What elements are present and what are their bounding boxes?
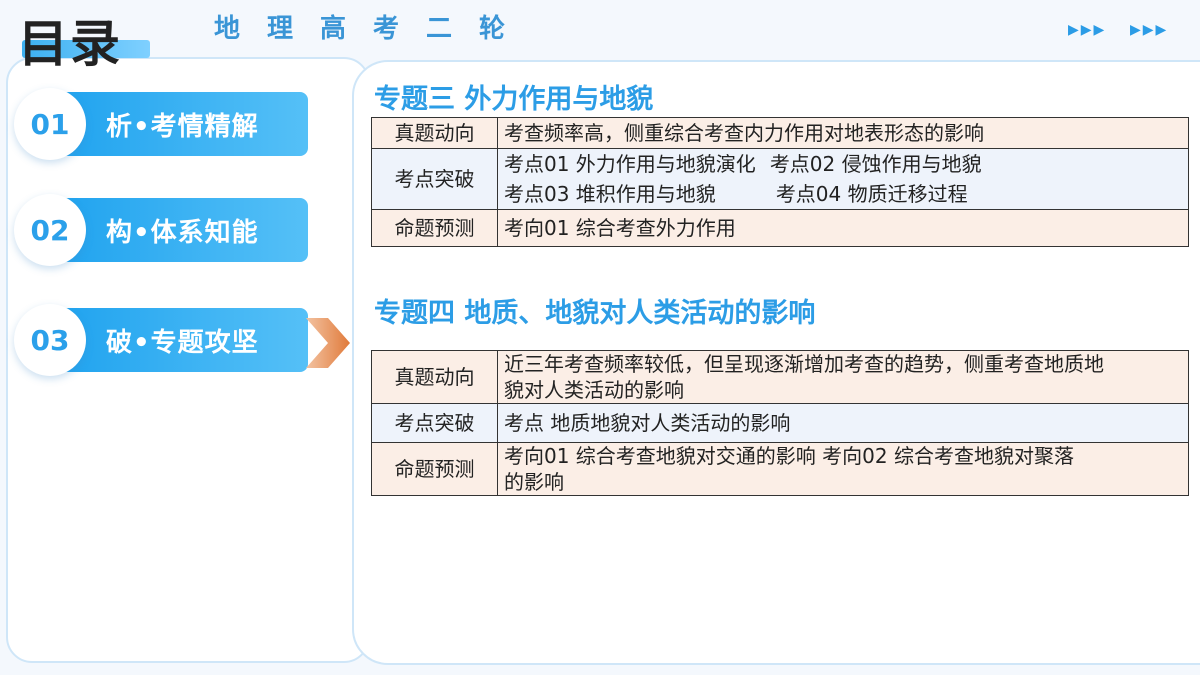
table-row: 考点突破 考点01 外力作用与地貌演化 考点02 侵蚀作用与地貌 考点03 堆积作…	[371, 148, 1189, 210]
topic-heading: 专题四 地质、地貌对人类活动的影响	[374, 298, 816, 329]
table-row: 真题动向 近三年考查频率较低，但呈现逐渐增加考查的趋势，侧重考查地质地 貌对人类…	[371, 350, 1189, 404]
row-label: 命题预测	[371, 442, 498, 496]
row-content: 考点 地质地貌对人类活动的影响	[497, 403, 1189, 443]
table-row: 考点突破 考点 地质地貌对人类活动的影响	[371, 403, 1189, 443]
row-text: 考向01 综合考查外力作用	[504, 216, 736, 240]
row-text: 考查频率高，侧重综合考查内力作用对地表形态的影响	[504, 121, 984, 145]
row-label: 真题动向	[371, 350, 498, 404]
row-label: 真题动向	[371, 117, 498, 149]
active-pointer-arrow-icon	[306, 318, 350, 368]
row-content: 近三年考查频率较低，但呈现逐渐增加考查的趋势，侧重考查地质地 貌对人类活动的影响	[497, 350, 1189, 404]
nav-number-badge: 02	[14, 194, 86, 266]
nav-item-label: 破•专题攻坚	[66, 308, 308, 372]
row-text: 考向01 综合考查地貌对交通的影响 考向02 综合考查地貌对聚落	[504, 444, 1074, 468]
nav-item-label: 构•体系知能	[66, 198, 308, 262]
table-row: 命题预测 考向01 综合考查外力作用	[371, 209, 1189, 247]
table-row: 命题预测 考向01 综合考查地貌对交通的影响 考向02 综合考查地貌对聚落 的影…	[371, 442, 1189, 496]
row-content: 考查频率高，侧重综合考查内力作用对地表形态的影响	[497, 117, 1189, 149]
nav-number-badge: 03	[14, 304, 86, 376]
nav-item-topics[interactable]: 03 破•专题攻坚	[14, 304, 314, 376]
topic-table: 真题动向 考查频率高，侧重综合考查内力作用对地表形态的影响 考点突破 考点01 …	[371, 117, 1189, 247]
topic-heading: 专题三 外力作用与地貌	[374, 84, 654, 115]
exam-point: 考点01 外力作用与地貌演化	[504, 152, 756, 176]
row-text: 貌对人类活动的影响	[504, 378, 684, 402]
page-title: 目录	[18, 15, 122, 73]
row-text: 考点01 外力作用与地貌演化 考点02 侵蚀作用与地貌	[504, 149, 1182, 179]
row-text: 的影响	[504, 470, 564, 494]
row-text: 考点03 堆积作用与地貌 考点04 物质迁移过程	[504, 179, 1182, 209]
exam-point: 考点03 堆积作用与地貌	[504, 182, 716, 206]
row-content: 考向01 综合考查地貌对交通的影响 考向02 综合考查地貌对聚落 的影响	[497, 442, 1189, 496]
decor-arrows-icon: ▶▶▶	[1130, 22, 1169, 38]
row-label: 命题预测	[371, 209, 498, 247]
table-row: 真题动向 考查频率高，侧重综合考查内力作用对地表形态的影响	[371, 117, 1189, 149]
row-label: 考点突破	[371, 148, 498, 210]
row-content: 考点01 外力作用与地貌演化 考点02 侵蚀作用与地貌 考点03 堆积作用与地貌考…	[497, 148, 1189, 210]
row-text: 考点 地质地貌对人类活动的影响	[504, 411, 791, 435]
nav-item-label: 析•考情精解	[66, 92, 308, 156]
decor-arrows-icon: ▶▶▶	[1068, 22, 1107, 38]
nav-item-analysis[interactable]: 01 析•考情精解	[14, 88, 314, 160]
nav-item-system[interactable]: 02 构•体系知能	[14, 194, 314, 266]
page-subtitle: 地理高考二轮	[214, 14, 533, 44]
exam-point: 考点02 侵蚀作用与地貌	[769, 152, 982, 176]
row-content: 考向01 综合考查外力作用	[497, 209, 1189, 247]
topic-table: 真题动向 近三年考查频率较低，但呈现逐渐增加考查的趋势，侧重考查地质地 貌对人类…	[371, 350, 1189, 496]
row-text: 近三年考查频率较低，但呈现逐渐增加考查的趋势，侧重考查地质地	[504, 352, 1104, 376]
exam-point: 考点04 物质迁移过程	[775, 182, 968, 206]
nav-number-badge: 01	[14, 88, 86, 160]
row-label: 考点突破	[371, 403, 498, 443]
